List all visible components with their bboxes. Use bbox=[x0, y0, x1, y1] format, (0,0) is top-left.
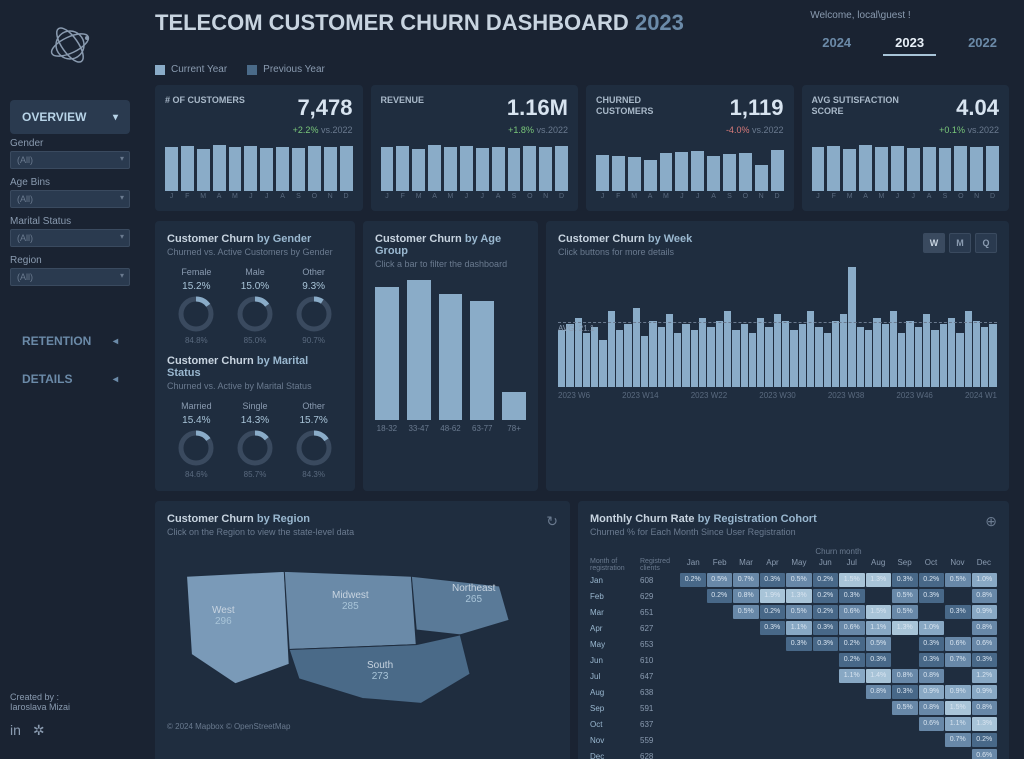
week-bar[interactable] bbox=[865, 330, 872, 387]
cohort-row: Jan6080.2%0.5%0.7%0.3%0.5%0.2%1.5%1.3%0.… bbox=[590, 572, 997, 588]
kpi-card-0: # OF CUSTOMERS7,478 +2.2% vs.2022 JFMAMJ… bbox=[155, 85, 363, 211]
week-bar[interactable] bbox=[591, 327, 598, 387]
map-attribution: © 2024 Mapbox © OpenStreetMap bbox=[167, 722, 558, 731]
week-bar[interactable] bbox=[824, 333, 831, 387]
cohort-row: Nov5590.7%0.2% bbox=[590, 732, 997, 748]
map-label-midwest: Midwest285 bbox=[332, 590, 369, 612]
gender-panel: Customer Churn by Gender Churned vs. Act… bbox=[155, 221, 355, 491]
week-bar[interactable] bbox=[732, 330, 739, 387]
nav-overview[interactable]: OVERVIEW▾ bbox=[10, 100, 130, 134]
cohort-row: Apr6270.3%1.1%0.3%0.6%1.1%1.3%1.0%0.8% bbox=[590, 620, 997, 636]
cohort-row: Jun6100.2%0.3%0.3%0.7%0.3% bbox=[590, 652, 997, 668]
week-bar[interactable] bbox=[658, 327, 665, 387]
map-label-west: West296 bbox=[212, 605, 235, 627]
week-bar[interactable] bbox=[931, 330, 938, 387]
week-bar[interactable] bbox=[691, 330, 698, 387]
donut-male[interactable]: Male15.0%85.0% bbox=[235, 267, 275, 345]
cohort-panel: Monthly Churn Rate by Registration Cohor… bbox=[578, 501, 1009, 759]
week-bar[interactable] bbox=[981, 327, 988, 387]
donut-married[interactable]: Married15.4%84.6% bbox=[176, 401, 216, 479]
zoom-icon[interactable]: ⊕ bbox=[985, 513, 997, 537]
cohort-row: Aug6380.8%0.3%0.9%0.9%0.9% bbox=[590, 684, 997, 700]
week-bar[interactable] bbox=[989, 324, 996, 387]
age-bar-18-32[interactable]: 18-32 bbox=[375, 287, 399, 433]
week-bar[interactable] bbox=[624, 324, 631, 387]
welcome-text: Welcome, local\guest ! bbox=[810, 10, 1009, 21]
week-bar[interactable] bbox=[741, 324, 748, 387]
cohort-row: Dec6280.6% bbox=[590, 748, 997, 759]
filter-marital-status[interactable]: (All) bbox=[10, 229, 130, 247]
week-btn-m[interactable]: M bbox=[949, 233, 971, 253]
week-bar[interactable] bbox=[815, 327, 822, 387]
week-btn-w[interactable]: W bbox=[923, 233, 945, 253]
linkedin-icon[interactable]: in bbox=[10, 722, 21, 739]
donut-other[interactable]: Other9.3%90.7% bbox=[294, 267, 334, 345]
week-bar[interactable] bbox=[765, 327, 772, 387]
age-bar-78+[interactable]: 78+ bbox=[502, 392, 526, 433]
legend-swatch-previous bbox=[247, 65, 257, 75]
map-label-northeast: Northeast265 bbox=[452, 583, 495, 605]
week-bar[interactable] bbox=[566, 324, 573, 387]
logo bbox=[45, 20, 95, 70]
year-tabs: 2024 2023 2022 bbox=[810, 31, 1009, 56]
week-bar[interactable] bbox=[674, 333, 681, 387]
week-bar[interactable] bbox=[790, 330, 797, 387]
legend-swatch-current bbox=[155, 65, 165, 75]
age-bar-33-47[interactable]: 33-47 bbox=[407, 280, 431, 433]
nav-retention[interactable]: RETENTION◂ bbox=[10, 324, 130, 358]
sidebar: OVERVIEW▾Gender(All)Age Bins(All)Marital… bbox=[0, 0, 140, 759]
week-bar[interactable] bbox=[898, 333, 905, 387]
tableau-icon[interactable]: ✲ bbox=[33, 722, 45, 739]
age-bar-63-77[interactable]: 63-77 bbox=[470, 301, 494, 433]
region-panel: Customer Churn by Region Click on the Re… bbox=[155, 501, 570, 759]
week-bar[interactable] bbox=[857, 327, 864, 387]
week-bar[interactable] bbox=[583, 333, 590, 387]
main-content: TELECOM CUSTOMER CHURN DASHBOARD 2023 We… bbox=[140, 0, 1024, 759]
year-tab-2024[interactable]: 2024 bbox=[810, 31, 863, 56]
week-bar[interactable] bbox=[749, 333, 756, 387]
cohort-row: Jul6471.1%1.4%0.8%0.8%1.2% bbox=[590, 668, 997, 684]
cohort-row: Oct6370.6%1.1%1.3% bbox=[590, 716, 997, 732]
cohort-row: Sep5910.5%0.8%1.5%0.8% bbox=[590, 700, 997, 716]
us-map[interactable] bbox=[167, 545, 558, 715]
week-bar[interactable] bbox=[558, 330, 565, 387]
cohort-row: Mar6510.5%0.2%0.5%0.2%0.6%1.5%0.5%0.3%0.… bbox=[590, 604, 997, 620]
filter-age-bins[interactable]: (All) bbox=[10, 190, 130, 208]
week-avg-line: AVG: 21.1 bbox=[558, 322, 997, 333]
credit: Created by : Iaroslava Mizai bbox=[10, 692, 130, 712]
cohort-row: Feb6290.2%0.8%1.9%1.3%0.2%0.3%0.5%0.3%0.… bbox=[590, 588, 997, 604]
year-tab-2023[interactable]: 2023 bbox=[883, 31, 936, 56]
week-bar[interactable] bbox=[956, 333, 963, 387]
week-bar[interactable] bbox=[707, 327, 714, 387]
region-west[interactable] bbox=[187, 571, 290, 683]
page-title: TELECOM CUSTOMER CHURN DASHBOARD 2023 bbox=[155, 10, 684, 36]
week-panel: Customer Churn by Week Click buttons for… bbox=[546, 221, 1009, 491]
week-bar[interactable] bbox=[616, 330, 623, 387]
filter-gender[interactable]: (All) bbox=[10, 151, 130, 169]
kpi-card-3: AVG SUTISFACTION SCORE4.04 +0.1% vs.2022… bbox=[802, 85, 1010, 211]
kpi-card-2: CHURNED CUSTOMERS1,119 -4.0% vs.2022 JFM… bbox=[586, 85, 794, 211]
week-bar[interactable] bbox=[682, 324, 689, 387]
donut-other[interactable]: Other15.7%84.3% bbox=[294, 401, 334, 479]
week-bar[interactable] bbox=[799, 324, 806, 387]
age-bar-48-62[interactable]: 48-62 bbox=[439, 294, 463, 433]
week-bar[interactable] bbox=[641, 336, 648, 387]
kpi-card-1: REVENUE1.16M +1.8% vs.2022 JFMAMJJASOND bbox=[371, 85, 579, 211]
week-bar[interactable] bbox=[915, 327, 922, 387]
week-bar[interactable] bbox=[633, 308, 640, 387]
cohort-row: May6530.3%0.3%0.2%0.5%0.3%0.6%0.6% bbox=[590, 636, 997, 652]
donut-single[interactable]: Single14.3%85.7% bbox=[235, 401, 275, 479]
year-tab-2022[interactable]: 2022 bbox=[956, 31, 1009, 56]
week-btn-q[interactable]: Q bbox=[975, 233, 997, 253]
week-bar[interactable] bbox=[882, 324, 889, 387]
filter-region[interactable]: (All) bbox=[10, 268, 130, 286]
week-bar[interactable] bbox=[599, 340, 606, 387]
week-bar[interactable] bbox=[940, 324, 947, 387]
legend: Current Year Previous Year bbox=[155, 64, 1009, 75]
donut-female[interactable]: Female15.2%84.8% bbox=[176, 267, 216, 345]
map-label-south: South273 bbox=[367, 660, 393, 682]
refresh-icon[interactable]: ↻ bbox=[546, 513, 558, 537]
age-panel: Customer Churn by Age Group Click a bar … bbox=[363, 221, 538, 491]
nav-details[interactable]: DETAILS◂ bbox=[10, 362, 130, 396]
